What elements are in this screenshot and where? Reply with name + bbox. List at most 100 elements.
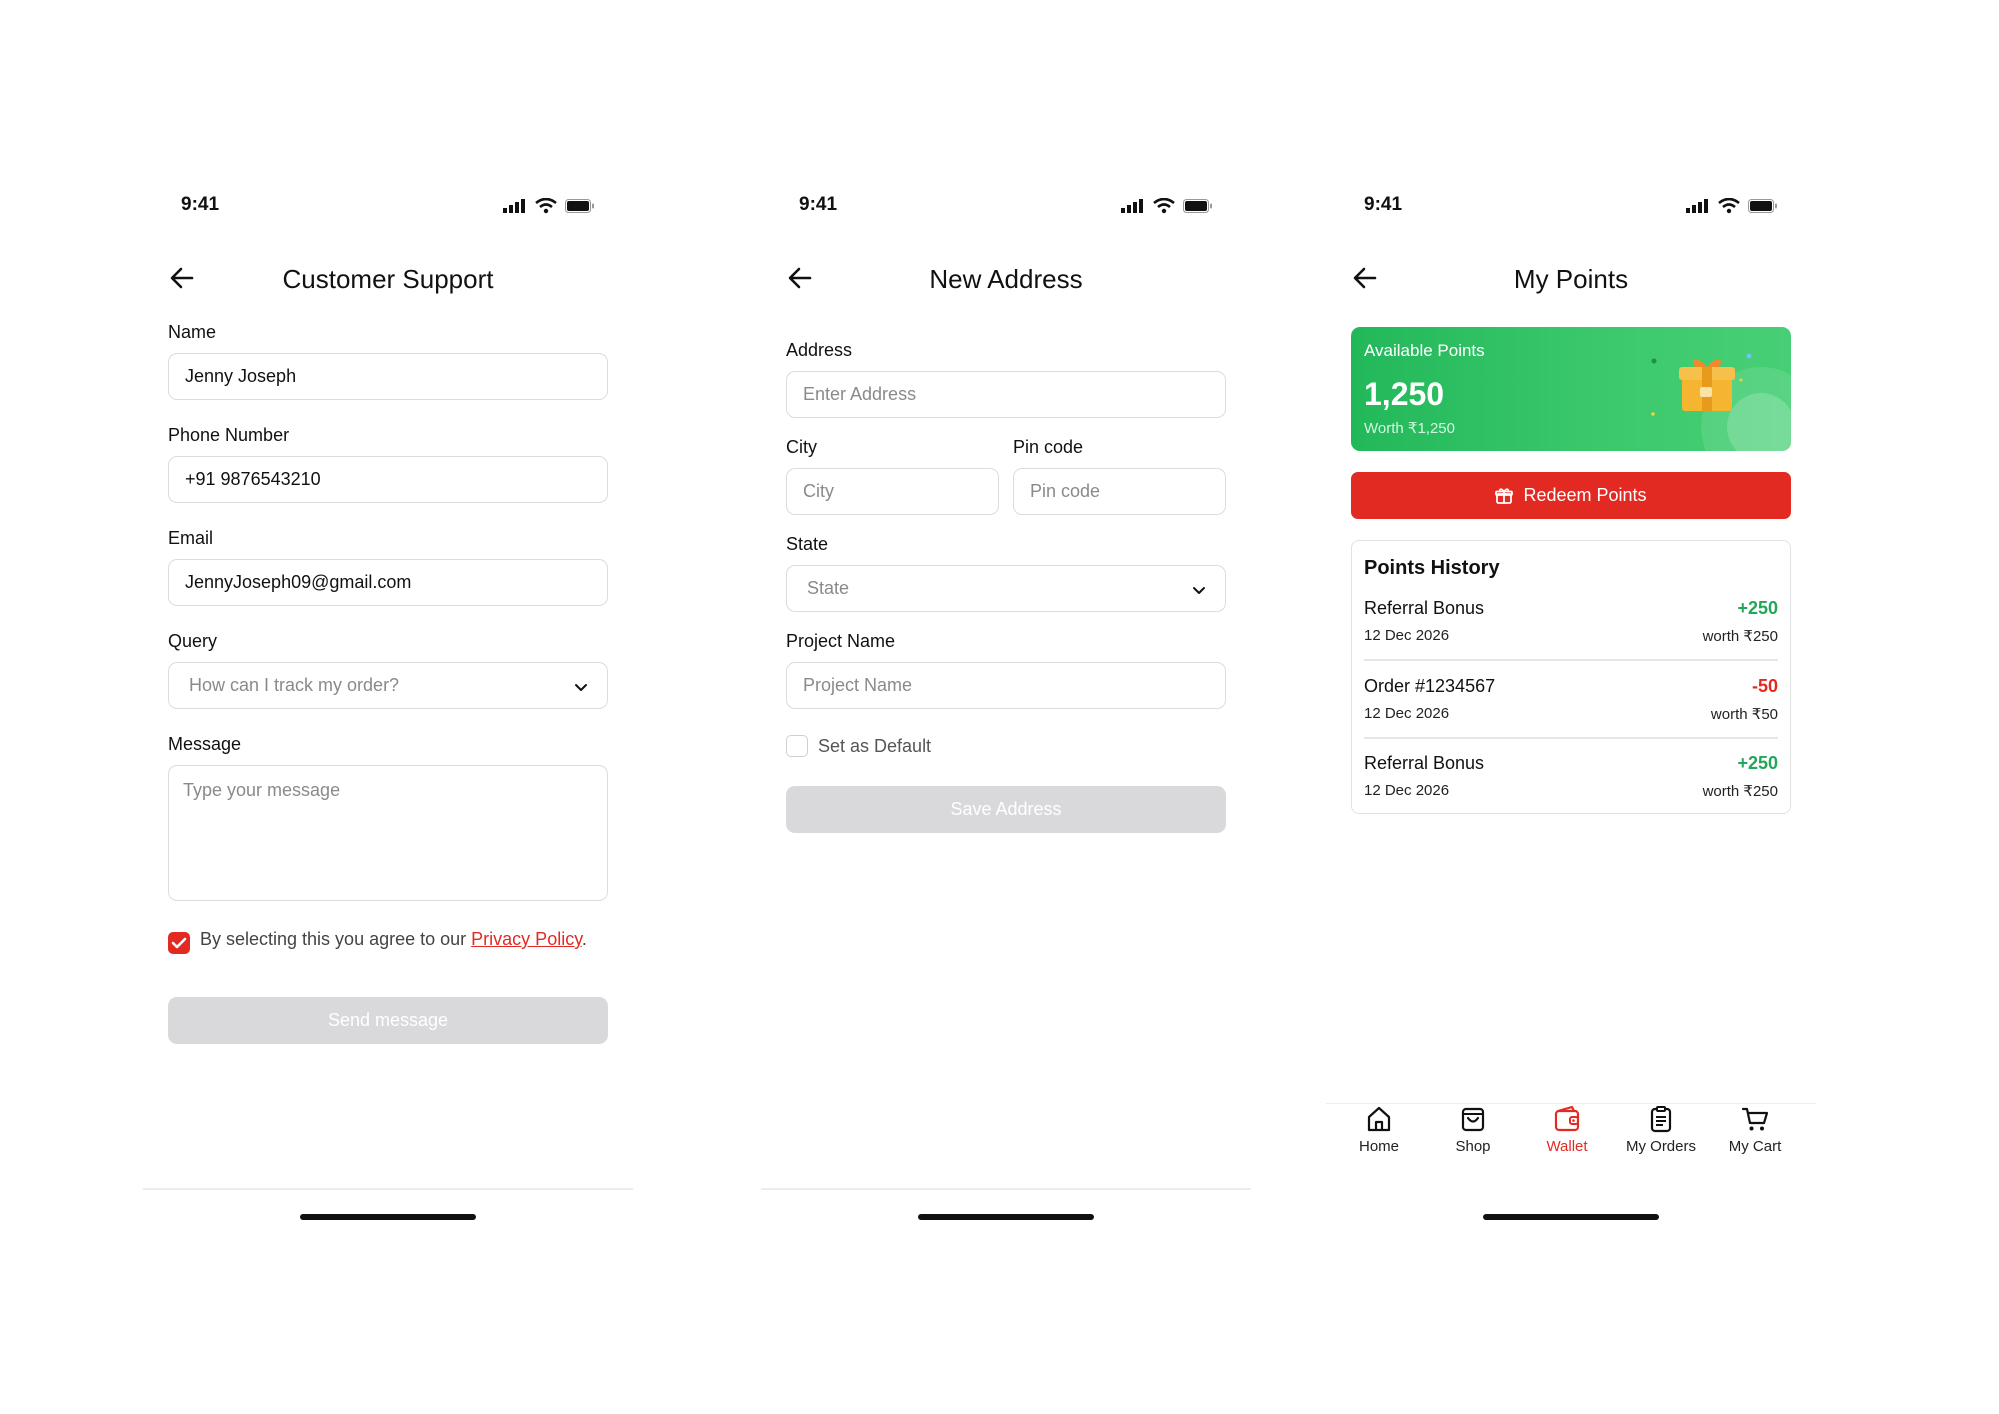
history-points: -50 [1751, 676, 1778, 696]
pin-code-label: Pin code [1013, 437, 1084, 457]
redeem-points-button[interactable]: Redeem Points [1351, 472, 1791, 519]
battery-icon [1183, 199, 1212, 213]
battery-icon [1748, 199, 1777, 213]
history-date: 12 Dec 2026 [1364, 782, 1450, 799]
address-label: Address [786, 340, 853, 360]
query-label: Query [168, 631, 218, 651]
send-message-button[interactable]: Send message [168, 997, 608, 1044]
gift-icon [1495, 487, 1514, 504]
history-worth: worth ₹250 [1702, 628, 1778, 645]
message-label: Message [168, 734, 242, 754]
nav-shop[interactable]: Shop [1433, 1104, 1513, 1155]
history-name: Order #1234567 [1364, 676, 1496, 696]
chevron-down-icon [1193, 587, 1205, 594]
cart-icon [1741, 1107, 1769, 1131]
history-date: 12 Dec 2026 [1364, 705, 1450, 722]
page-title: New Address [929, 264, 1083, 294]
signal-icon [503, 199, 525, 213]
bottom-divider [143, 1188, 633, 1190]
home-indicator [300, 1214, 476, 1220]
status-icons [1686, 198, 1778, 214]
history-points: +250 [1737, 753, 1778, 773]
wifi-icon [535, 198, 557, 214]
wallet-icon [1554, 1105, 1580, 1132]
nav-my-orders-label: My Orders [1625, 1138, 1696, 1155]
query-select[interactable]: How can I track my order? [168, 662, 608, 709]
home-icon [1367, 1106, 1391, 1132]
battery-icon [565, 199, 594, 213]
nav-my-orders[interactable]: My Orders [1621, 1104, 1701, 1155]
status-time: 9:41 [1364, 194, 1403, 215]
city-input[interactable]: City [786, 468, 999, 515]
status-icons [1121, 198, 1213, 214]
clipboard-icon [1650, 1106, 1672, 1133]
nav-home-label: Home [1358, 1138, 1399, 1155]
history-name: Referral Bonus [1364, 753, 1485, 773]
save-address-button[interactable]: Save Address [786, 786, 1226, 833]
status-icons [503, 198, 595, 214]
customer-support-screen: 9:41 Customer Support Name Jenny Joseph … [143, 170, 633, 1250]
wifi-icon [1153, 198, 1175, 214]
project-name-input[interactable]: Project Name [786, 662, 1226, 709]
project-name-label: Project Name [786, 631, 896, 651]
consent-checkbox[interactable] [168, 932, 190, 954]
new-address-screen: 9:41 New Address Address Enter Address C… [761, 170, 1251, 1250]
status-bar: 9:41 [1364, 192, 1778, 222]
available-points-value: 1,250 [1364, 376, 1445, 412]
header: New Address [786, 258, 1226, 298]
signal-icon [1686, 199, 1708, 213]
query-value: How can I track my order? [189, 675, 400, 695]
my-points-screen: 9:41 My Points Available Points 1,250 Wo… [1326, 170, 1816, 1250]
bottom-nav: Home Shop Wallet My Orders My Cart [1326, 1104, 1816, 1184]
signal-icon [1121, 199, 1143, 213]
available-points-worth: Worth ₹1,250 [1364, 420, 1455, 437]
check-icon [171, 937, 187, 949]
header: My Points [1351, 258, 1791, 298]
available-points-card: Available Points 1,250 Worth ₹1,250 [1351, 327, 1791, 451]
state-label: State [786, 534, 829, 554]
privacy-consent: By selecting this you agree to our Priva… [168, 928, 608, 972]
nav-shop-label: Shop [1455, 1138, 1491, 1155]
home-indicator [918, 1214, 1094, 1220]
email-label: Email [168, 528, 214, 548]
wifi-icon [1718, 198, 1740, 214]
history-worth: worth ₹50 [1710, 706, 1778, 723]
nav-wallet-label: Wallet [1546, 1138, 1588, 1155]
chevron-down-icon [575, 684, 587, 691]
history-row: Referral Bonus 12 Dec 2026 +250 worth ₹2… [1364, 598, 1778, 660]
history-name: Referral Bonus [1364, 598, 1485, 618]
consent-end: . [581, 929, 587, 949]
header: Customer Support [168, 258, 608, 298]
phone-field[interactable]: +91 9876543210 [168, 456, 608, 503]
phone-label: Phone Number [168, 425, 290, 445]
consent-text: By selecting this you agree to our Priva… [200, 930, 600, 949]
email-field[interactable]: JennyJoseph09@gmail.com [168, 559, 608, 606]
history-row: Referral Bonus 12 Dec 2026 +250 worth ₹2… [1364, 753, 1778, 815]
history-divider [1364, 659, 1778, 661]
status-time: 9:41 [181, 194, 220, 215]
name-field[interactable]: Jenny Joseph [168, 353, 608, 400]
state-select[interactable]: State [786, 565, 1226, 612]
city-label: City [786, 437, 817, 457]
set-default-checkbox[interactable] [786, 735, 808, 757]
shopping-bag-icon [1461, 1107, 1485, 1132]
address-input[interactable]: Enter Address [786, 371, 1226, 418]
history-divider [1364, 737, 1778, 739]
gift-box-icon [1651, 353, 1791, 451]
home-indicator [1483, 1214, 1659, 1220]
nav-home[interactable]: Home [1339, 1104, 1419, 1155]
message-textarea[interactable]: Type your message [168, 765, 608, 901]
redeem-points-label: Redeem Points [1523, 485, 1647, 505]
history-points: +250 [1737, 598, 1778, 618]
nav-my-cart[interactable]: My Cart [1715, 1104, 1795, 1155]
points-history-card: Points History Referral Bonus 12 Dec 202… [1351, 540, 1791, 814]
page-title: Customer Support [282, 264, 494, 294]
state-value: State [807, 578, 850, 598]
history-date: 12 Dec 2026 [1364, 627, 1450, 644]
privacy-policy-link[interactable]: Privacy Policy [471, 929, 582, 949]
nav-wallet[interactable]: Wallet [1527, 1104, 1607, 1155]
pin-code-input[interactable]: Pin code [1013, 468, 1226, 515]
consent-sentence: By selecting this you agree to our [200, 929, 467, 949]
status-bar: 9:41 [799, 192, 1213, 222]
history-worth: worth ₹250 [1702, 783, 1778, 800]
